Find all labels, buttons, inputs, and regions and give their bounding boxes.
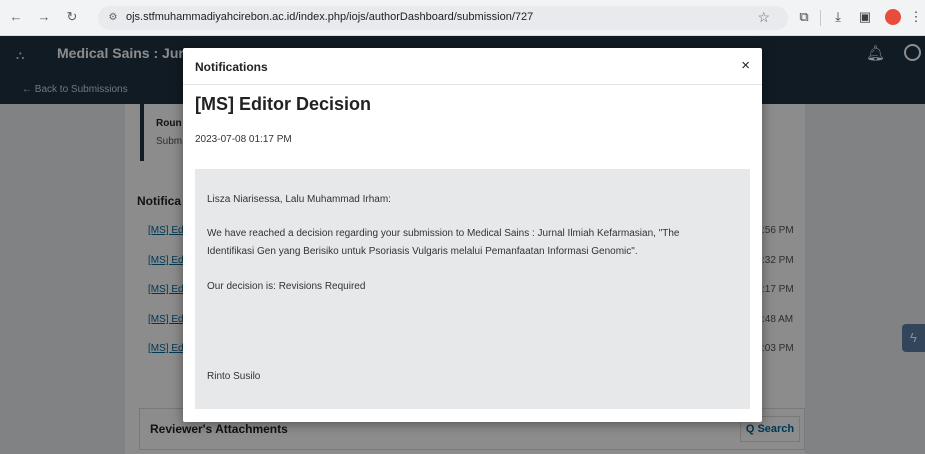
bookmark-star-icon[interactable]: ☆ <box>757 9 770 26</box>
site-settings-icon[interactable]: ⚙ <box>106 11 120 25</box>
message-signature: Rinto Susilo <box>207 371 261 382</box>
message-greeting: Lisza Niarisessa, Lalu Muhammad Irham: <box>207 194 391 205</box>
forward-arrow-icon[interactable]: → <box>36 9 52 25</box>
sidepanel-icon[interactable]: ▣ <box>857 9 873 25</box>
message-body: Lisza Niarisessa, Lalu Muhammad Irham: W… <box>195 169 750 409</box>
modal-divider <box>183 84 762 85</box>
toolbar-divider <box>820 10 821 26</box>
notification-modal: Notifications × [MS] Editor Decision 202… <box>183 48 762 422</box>
url-text[interactable]: ojs.stfmuhammadiyahcirebon.ac.id/index.p… <box>126 11 533 23</box>
profile-avatar-icon[interactable] <box>885 9 901 25</box>
decision-title: [MS] Editor Decision <box>195 94 372 114</box>
message-line-1: We have reached a decision regarding you… <box>207 228 680 239</box>
reload-icon[interactable]: ↻ <box>64 9 80 25</box>
extensions-icon[interactable]: ⧉ <box>796 9 812 25</box>
menu-icon[interactable]: ⋮ <box>908 9 924 25</box>
browser-toolbar: ← → ↻ ⚙ ojs.stfmuhammadiyahcirebon.ac.id… <box>0 0 925 36</box>
download-icon[interactable]: ⤓ <box>830 9 846 25</box>
message-decision: Our decision is: Revisions Required <box>207 281 366 292</box>
message-line-2: Identifikasi Gen yang Berisiko untuk Pso… <box>207 246 638 257</box>
back-arrow-icon[interactable]: ← <box>8 9 24 25</box>
decision-date: 2023-07-08 01:17 PM <box>195 134 292 145</box>
modal-title: Notifications <box>195 60 268 74</box>
close-icon[interactable]: × <box>741 57 750 74</box>
address-bar[interactable]: ⚙ ojs.stfmuhammadiyahcirebon.ac.id/index… <box>98 6 788 30</box>
